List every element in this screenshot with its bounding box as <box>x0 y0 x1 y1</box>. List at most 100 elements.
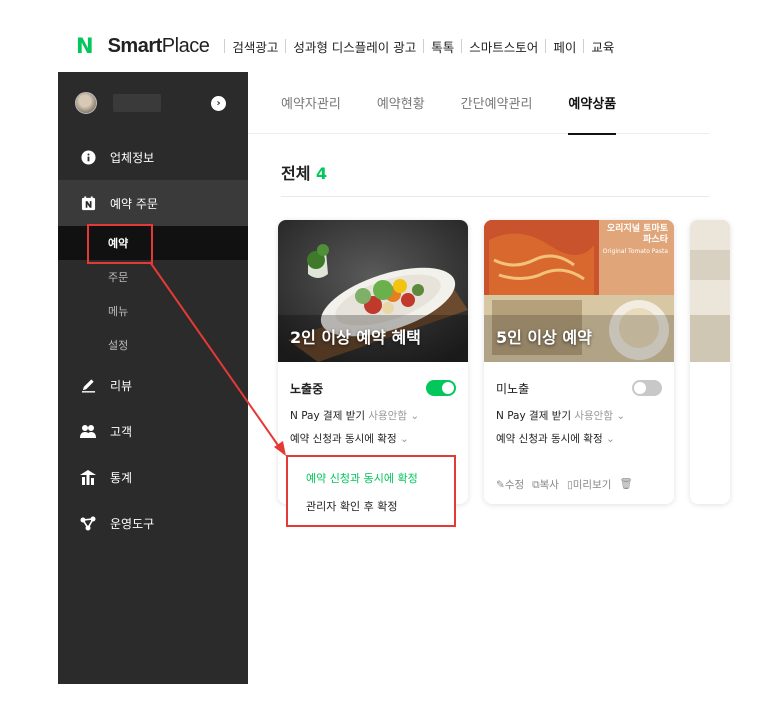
preview-button[interactable]: ▯미리보기 <box>567 477 611 492</box>
npay-label: N Pay 결제 받기 <box>290 410 366 422</box>
profile-name-redacted <box>113 94 161 112</box>
sidebar-subitem-menu[interactable]: 메뉴 <box>58 294 248 328</box>
nav-link-display-ads[interactable]: 성과형 디스플레이 광고 <box>293 37 416 56</box>
chevron-down-icon: ⌄ <box>616 410 626 422</box>
sidebar-subitem-order[interactable]: 주문 <box>58 260 248 294</box>
naver-booking-icon <box>80 195 96 211</box>
nav-divider <box>583 39 585 53</box>
card-body: 노출중 N Pay 결제 받기 사용안함 ⌄ 예약 신청과 동시에 확정 ⌄ <box>278 362 468 446</box>
top-navigation: N SmartPlace 검색광고 성과형 디스플레이 광고 톡톡 스마트스토어… <box>58 26 614 66</box>
product-image-title: 2인 이상 예약 혜택 <box>290 328 421 347</box>
visibility-status: 미노출 <box>496 381 530 396</box>
visibility-row: 미노출 <box>496 376 662 400</box>
product-photo <box>690 220 730 362</box>
total-count: 전체 4 <box>281 160 327 184</box>
tools-icon <box>80 515 96 531</box>
divider <box>281 196 709 197</box>
pencil-icon: ✎ <box>496 479 505 491</box>
chevron-right-icon[interactable]: › <box>211 95 226 111</box>
delete-icon[interactable]: 🗑 <box>619 477 632 492</box>
nav-divider <box>545 39 547 53</box>
sidebar-subitem-settings[interactable]: 설정 <box>58 328 248 362</box>
pencil-icon <box>80 377 96 393</box>
edit-button[interactable]: ✎수정 <box>496 477 524 492</box>
logo-text-bold: Smart <box>107 34 163 57</box>
top-nav-links: 검색광고 성과형 디스플레이 광고 톡톡 스마트스토어 페이 교육 <box>217 37 614 56</box>
sidebar-item-operation-tools[interactable]: 운영도구 <box>58 500 248 546</box>
sidebar-item-label: 업체정보 <box>110 150 155 165</box>
sidebar: › 업체정보 예약 주문 예약 주문 메뉴 설정 리뷰 고객 통계 운영도구 <box>58 72 248 684</box>
logo-text-light: Place <box>161 34 210 57</box>
confirm-method-select[interactable]: 예약 신청과 동시에 확정 ⌄ <box>290 431 456 446</box>
sidebar-item-label: 통계 <box>110 470 133 485</box>
edit-button-label: 수정 <box>504 479 525 491</box>
chevron-down-icon: ⌄ <box>605 433 615 445</box>
avatar[interactable] <box>75 92 97 114</box>
confirm-method-select[interactable]: 예약 신청과 동시에 확정 ⌄ <box>496 431 662 446</box>
npay-value: 사용안함 <box>574 410 613 422</box>
toggle-knob <box>634 382 646 394</box>
copy-icon: ⧉ <box>532 479 540 491</box>
product-image[interactable]: 2인 이상 예약 혜택 <box>278 220 468 362</box>
sidebar-item-label: 고객 <box>110 424 133 439</box>
confirm-method-dropdown: 예약 신청과 동시에 확정 관리자 확인 후 확정 <box>286 455 456 527</box>
visibility-row: 노출중 <box>290 376 456 400</box>
sidebar-item-business-info[interactable]: 업체정보 <box>58 134 248 180</box>
dropdown-option-manual-confirm[interactable]: 관리자 확인 후 확정 <box>288 492 454 520</box>
product-image-title: 5인 이상 예약 <box>496 328 592 347</box>
banner-subtitle: Original Tomato Pasta <box>602 248 668 255</box>
npay-value: 사용안함 <box>368 410 407 422</box>
product-image[interactable] <box>690 220 730 362</box>
profile-area: › <box>58 72 248 134</box>
nav-divider <box>285 39 287 53</box>
nav-link-search-ads[interactable]: 검색광고 <box>232 37 278 56</box>
nav-link-education[interactable]: 교육 <box>591 37 614 56</box>
total-number: 4 <box>316 164 328 183</box>
naver-logo-icon[interactable]: N <box>76 34 94 58</box>
product-image[interactable]: 오리지널 토마토 파스타 Original Tomato Pasta 5인 이상… <box>484 220 674 362</box>
tab-reservation-management[interactable]: 예약자관리 <box>281 72 341 134</box>
info-icon <box>80 149 96 165</box>
chevron-down-icon: ⌄ <box>399 433 409 445</box>
npay-label: N Pay 결제 받기 <box>496 410 572 422</box>
users-icon <box>80 423 96 439</box>
npay-setting[interactable]: N Pay 결제 받기 사용안함 ⌄ <box>496 408 662 423</box>
page: N SmartPlace 검색광고 성과형 디스플레이 광고 톡톡 스마트스토어… <box>0 0 773 703</box>
sidebar-item-statistics[interactable]: 통계 <box>58 454 248 500</box>
tab-simple-reservation[interactable]: 간단예약관리 <box>461 72 533 134</box>
card-actions: ✎수정 ⧉복사 ▯미리보기 🗑 <box>496 477 633 492</box>
highlight-box <box>87 224 153 264</box>
nav-divider <box>224 39 226 53</box>
copy-button-label: 복사 <box>539 479 559 491</box>
sidebar-item-label: 예약 주문 <box>110 196 158 211</box>
tab-bar: 예약자관리 예약현황 간단예약관리 예약상품 <box>248 72 709 135</box>
sidebar-item-customers[interactable]: 고객 <box>58 408 248 454</box>
sidebar-item-booking-order[interactable]: 예약 주문 <box>58 180 248 226</box>
visibility-toggle[interactable] <box>632 380 662 396</box>
nav-link-pay[interactable]: 페이 <box>553 37 576 56</box>
product-card-partial[interactable] <box>690 220 730 504</box>
nav-link-smartstore[interactable]: 스마트스토어 <box>469 37 538 56</box>
preview-button-label: 미리보기 <box>572 479 612 491</box>
smartplace-logo[interactable]: SmartPlace <box>108 35 210 58</box>
toggle-knob <box>442 382 454 394</box>
sidebar-item-reviews[interactable]: 리뷰 <box>58 362 248 408</box>
tab-reservation-products[interactable]: 예약상품 <box>568 72 616 135</box>
sidebar-item-label: 리뷰 <box>110 378 133 393</box>
stats-icon <box>80 469 96 485</box>
main-content: 예약자관리 예약현황 간단예약관리 예약상품 전체 4 2인 이상 예약 혜택 … <box>248 72 730 684</box>
card-body: 미노출 N Pay 결제 받기 사용안함 ⌄ 예약 신청과 동시에 확정 ⌄ <box>484 362 674 446</box>
banner-title: 오리지널 토마토 파스타 <box>606 224 668 245</box>
product-card[interactable]: 오리지널 토마토 파스타 Original Tomato Pasta 5인 이상… <box>484 220 674 504</box>
image-banner: 오리지널 토마토 파스타 Original Tomato Pasta <box>596 224 668 257</box>
chevron-down-icon: ⌄ <box>410 410 420 422</box>
dropdown-option-auto-confirm[interactable]: 예약 신청과 동시에 확정 <box>288 464 454 492</box>
copy-button[interactable]: ⧉복사 <box>532 477 559 492</box>
confirm-method-value: 예약 신청과 동시에 확정 <box>496 433 603 445</box>
tab-reservation-status[interactable]: 예약현황 <box>377 72 425 134</box>
nav-divider <box>461 39 463 53</box>
npay-setting[interactable]: N Pay 결제 받기 사용안함 ⌄ <box>290 408 456 423</box>
visibility-status: 노출중 <box>290 381 324 396</box>
visibility-toggle[interactable] <box>426 380 456 396</box>
nav-link-talktalk[interactable]: 톡톡 <box>431 37 454 56</box>
